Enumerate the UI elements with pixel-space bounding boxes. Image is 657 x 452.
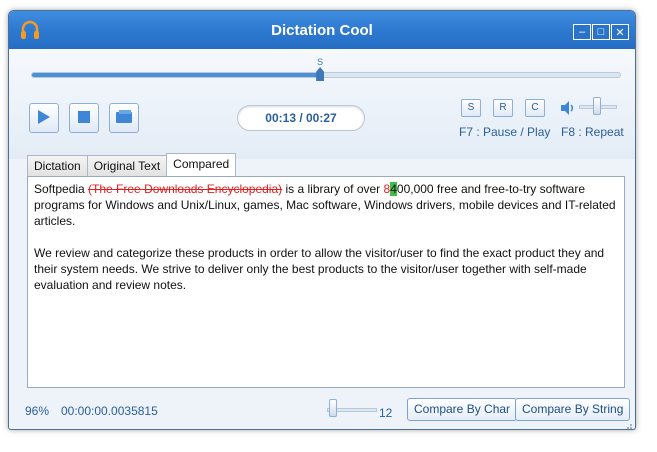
text-run: is a library of over — [282, 182, 384, 196]
source-button-r[interactable]: R — [493, 99, 513, 117]
compare-by-string-button[interactable]: Compare By String — [515, 398, 631, 421]
source-button-c[interactable]: C — [525, 99, 545, 117]
stop-button[interactable] — [69, 103, 99, 133]
tab-dictation[interactable]: Dictation — [27, 155, 88, 176]
resize-grip-icon[interactable] — [623, 419, 633, 429]
play-button[interactable] — [29, 103, 59, 133]
font-size-thumb[interactable] — [329, 399, 337, 417]
pause-hint: F7 : Pause / Play — [459, 125, 551, 139]
tab-compared[interactable]: Compared — [166, 153, 237, 176]
repeat-hint: F8 : Repeat — [561, 125, 624, 139]
close-button[interactable]: ✕ — [611, 24, 629, 40]
compare-by-char-button[interactable]: Compare By Char — [407, 398, 518, 421]
seek-slider[interactable]: S — [31, 57, 621, 81]
compared-text-area[interactable]: Softpedia (The Free Downloads Encycloped… — [27, 176, 625, 388]
seek-marker-label: S — [317, 57, 324, 67]
compare-elapsed-time: 00:00:00.0035815 — [61, 404, 158, 418]
inserted-text: 4 — [390, 182, 397, 196]
close-icon: ✕ — [615, 26, 625, 39]
source-button-s[interactable]: S — [461, 99, 481, 117]
open-file-button[interactable] — [109, 103, 139, 133]
speaker-icon — [559, 100, 575, 116]
seek-thumb[interactable] — [316, 67, 325, 81]
text-run: Softpedia — [34, 182, 89, 196]
time-display: 00:13 / 00:27 — [237, 105, 365, 131]
main-window: Dictation Cool – □ ✕ S 00:13 / 00:27 S R… — [8, 10, 636, 430]
minimize-icon: – — [578, 26, 586, 38]
player-toolbar: S 00:13 / 00:27 S R C F7: Pause / Play … — [9, 49, 635, 159]
tab-original-text[interactable]: Original Text — [86, 155, 168, 176]
volume-thumb[interactable] — [593, 97, 601, 115]
status-bar: 96% 00:00:00.0035815 12 Compare By Char … — [9, 395, 635, 429]
window-title: Dictation Cool — [271, 22, 373, 39]
play-icon — [37, 109, 51, 128]
deleted-text: (The Free Downloads Encyclopedia) — [88, 182, 283, 196]
maximize-icon: □ — [597, 26, 605, 38]
match-percent: 96% — [25, 404, 50, 418]
seek-progress — [32, 73, 321, 77]
compared-paragraph-1: Softpedia (The Free Downloads Encycloped… — [34, 181, 618, 229]
tab-bar: Dictation Original Text Compared — [27, 153, 237, 176]
minimize-button[interactable]: – — [573, 24, 591, 40]
title-bar: Dictation Cool – □ ✕ — [9, 11, 635, 49]
folder-icon — [115, 109, 133, 127]
stop-icon — [77, 110, 91, 127]
font-size-value: 12 — [379, 406, 393, 420]
maximize-button[interactable]: □ — [592, 24, 610, 40]
compared-paragraph-2: We review and categorize these products … — [34, 246, 605, 292]
